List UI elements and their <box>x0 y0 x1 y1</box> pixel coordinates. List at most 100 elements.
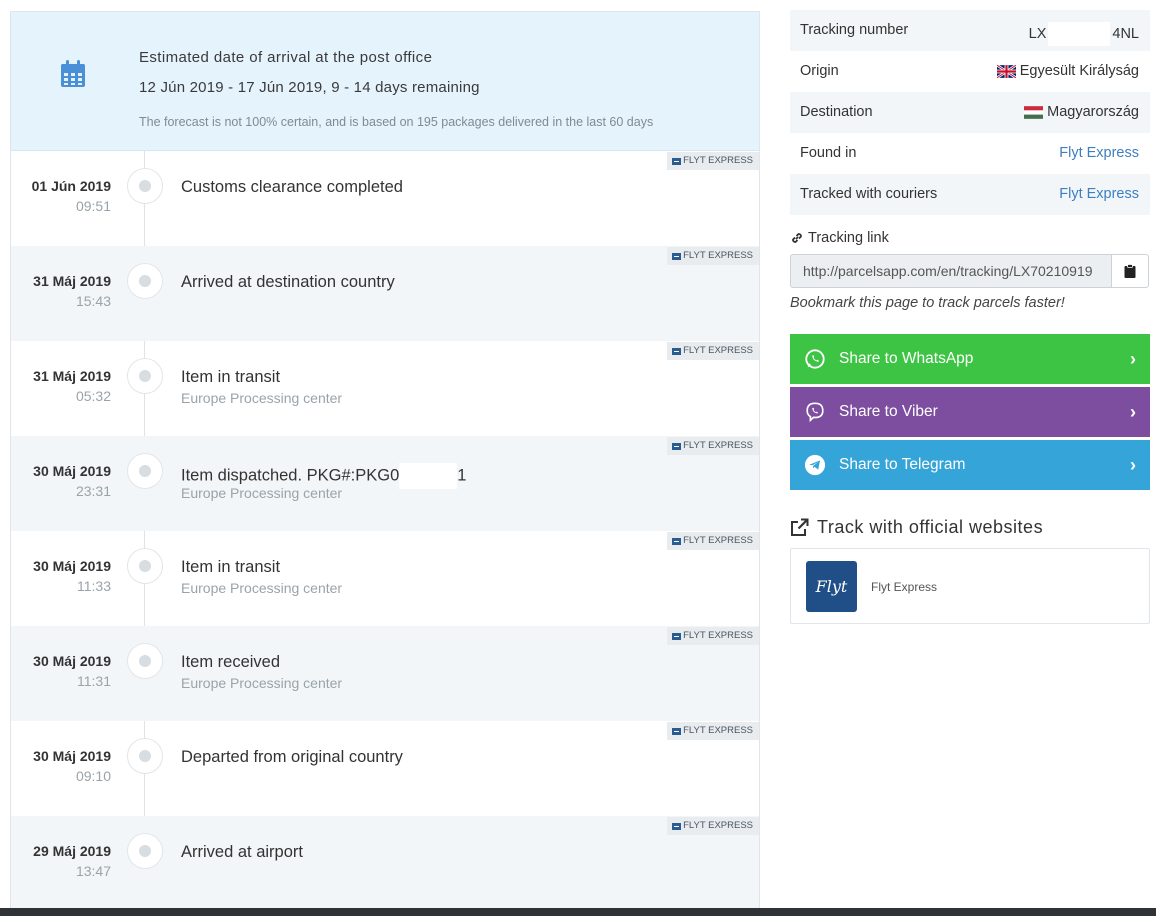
event-status-prefix: Item dispatched. PKG#:PKG0 <box>181 466 400 485</box>
event-date: 01 Jún 2019 <box>31 178 111 194</box>
event-status: Arrived at airport <box>181 843 303 861</box>
courier-tag-label: FLYT EXPRESS <box>683 535 753 546</box>
tracking-number-prefix: LX <box>1028 26 1047 42</box>
destination-label: Destination <box>800 104 873 120</box>
found-in-link[interactable]: Flyt Express <box>1059 145 1139 161</box>
timeline-dot <box>127 168 163 204</box>
courier-tag-label: FLYT EXPRESS <box>683 630 753 641</box>
event-location: Europe Processing center <box>181 485 343 501</box>
courier-tag: FLYT EXPRESS <box>667 722 759 740</box>
link-icon <box>792 233 802 243</box>
share-telegram-button[interactable]: Share to Telegram › <box>790 440 1150 490</box>
event-row: 30 Máj 2019 11:33 Item in transit Europe… <box>11 531 759 626</box>
timeline-dot <box>127 358 163 394</box>
bookmark-hint: Bookmark this page to track parcels fast… <box>790 295 1065 311</box>
courier-tag: FLYT EXPRESS <box>667 817 759 835</box>
courier-logo-icon <box>672 347 682 355</box>
redacted-area <box>399 463 458 489</box>
couriers-label: Tracked with couriers <box>800 186 938 202</box>
forecast-title: Estimated date of arrival at the post of… <box>139 49 433 66</box>
courier-tag-label: FLYT EXPRESS <box>683 345 753 356</box>
courier-logo-icon <box>672 157 682 165</box>
clipboard-icon <box>1124 264 1136 278</box>
couriers-row: Tracked with couriers Flyt Express <box>790 174 1150 215</box>
forecast-banner: Estimated date of arrival at the post of… <box>11 12 759 151</box>
official-courier-card[interactable]: Flyt Flyt Express <box>790 548 1150 624</box>
courier-tag-label: FLYT EXPRESS <box>683 820 753 831</box>
event-list: 01 Jún 2019 09:51 Customs clearance comp… <box>11 151 759 916</box>
official-websites-heading: Track with official websites <box>790 517 1043 538</box>
timeline-dot <box>127 643 163 679</box>
telegram-icon <box>804 454 826 476</box>
forecast-range: 12 Jún 2019 - 17 Jún 2019, 9 - 14 days r… <box>139 79 480 96</box>
event-location: Europe Processing center <box>181 390 343 406</box>
courier-logo-icon <box>672 442 682 450</box>
event-time: 23:31 <box>75 483 111 499</box>
courier-logo-icon <box>672 822 682 830</box>
os-taskbar <box>0 908 1156 916</box>
tracking-number-suffix: 4NL <box>1112 26 1139 42</box>
event-time: 11:33 <box>77 578 111 594</box>
calendar-icon <box>61 60 85 87</box>
event-location: Europe Processing center <box>181 580 343 596</box>
courier-logo-icon <box>672 252 682 260</box>
event-status: Item in transit <box>181 558 281 576</box>
origin-country: Egyesült Királyság <box>1019 63 1139 79</box>
official-websites-title: Track with official websites <box>817 517 1044 537</box>
courier-tag-label: FLYT EXPRESS <box>683 440 753 451</box>
event-date: 30 Máj 2019 <box>33 653 111 669</box>
event-row: 01 Jún 2019 09:51 Customs clearance comp… <box>11 151 759 246</box>
event-row: 31 Máj 2019 05:32 Item in transit Europe… <box>11 341 759 436</box>
couriers-link[interactable]: Flyt Express <box>1059 186 1139 202</box>
courier-logo-icon <box>672 537 682 545</box>
event-status: Item in transit <box>181 368 281 386</box>
event-status: Arrived at destination country <box>181 273 395 291</box>
share-whatsapp-button[interactable]: Share to WhatsApp › <box>790 334 1150 384</box>
copy-link-button[interactable] <box>1111 254 1149 288</box>
destination-country: Magyarország <box>1047 104 1139 120</box>
event-date: 31 Máj 2019 <box>33 273 111 289</box>
destination-value: Magyarország <box>1024 104 1139 120</box>
tracking-link-input[interactable]: http://parcelsapp.com/en/tracking/LX7021… <box>790 254 1112 288</box>
event-row: 29 Máj 2019 13:47 Arrived at airport FLY… <box>11 816 759 911</box>
event-status: Customs clearance completed <box>181 178 403 196</box>
event-row: 30 Máj 2019 11:31 Item received Europe P… <box>11 626 759 721</box>
redacted-area <box>1048 22 1111 46</box>
whatsapp-icon <box>805 349 825 369</box>
courier-tag: FLYT EXPRESS <box>667 152 759 170</box>
chevron-right-icon: › <box>1130 455 1136 475</box>
event-date: 30 Máj 2019 <box>33 558 111 574</box>
found-in-label: Found in <box>800 145 857 161</box>
event-status-suffix: 1 <box>457 466 467 485</box>
event-time: 05:32 <box>75 388 111 404</box>
found-in-row: Found in Flyt Express <box>790 133 1150 174</box>
official-courier-name: Flyt Express <box>871 580 938 594</box>
chevron-right-icon: › <box>1130 349 1136 369</box>
event-time: 09:10 <box>75 768 111 784</box>
courier-tag: FLYT EXPRESS <box>667 247 759 265</box>
event-date: 30 Máj 2019 <box>33 463 111 479</box>
share-telegram-label: Share to Telegram <box>839 456 966 473</box>
viber-icon <box>806 402 824 423</box>
event-status: Departed from original country <box>181 748 403 766</box>
event-row: 30 Máj 2019 09:10 Departed from original… <box>11 721 759 816</box>
share-viber-button[interactable]: Share to Viber › <box>790 387 1150 437</box>
event-time: 15:43 <box>75 293 111 309</box>
origin-row: Origin Egyesült Királyság <box>790 51 1150 92</box>
timeline-dot <box>127 263 163 299</box>
tracking-link-heading: Tracking link <box>790 230 889 246</box>
origin-value: Egyesült Királyság <box>996 63 1139 79</box>
parcel-info-sidebar: Tracking number LX 4NL Origin Egyesült Ki… <box>790 10 1150 624</box>
courier-logo-icon <box>672 632 682 640</box>
event-date: 30 Máj 2019 <box>33 748 111 764</box>
courier-tag-label: FLYT EXPRESS <box>683 155 753 166</box>
flyt-express-logo: Flyt <box>806 561 857 612</box>
event-location: Europe Processing center <box>181 675 343 691</box>
share-whatsapp-label: Share to WhatsApp <box>839 350 974 367</box>
destination-row: Destination Magyarország <box>790 92 1150 133</box>
event-status: Item received <box>181 653 281 671</box>
tracking-timeline-panel: Estimated date of arrival at the post of… <box>10 11 760 916</box>
event-date: 29 Máj 2019 <box>33 843 111 859</box>
courier-logo-icon <box>672 727 682 735</box>
courier-tag: FLYT EXPRESS <box>667 627 759 645</box>
